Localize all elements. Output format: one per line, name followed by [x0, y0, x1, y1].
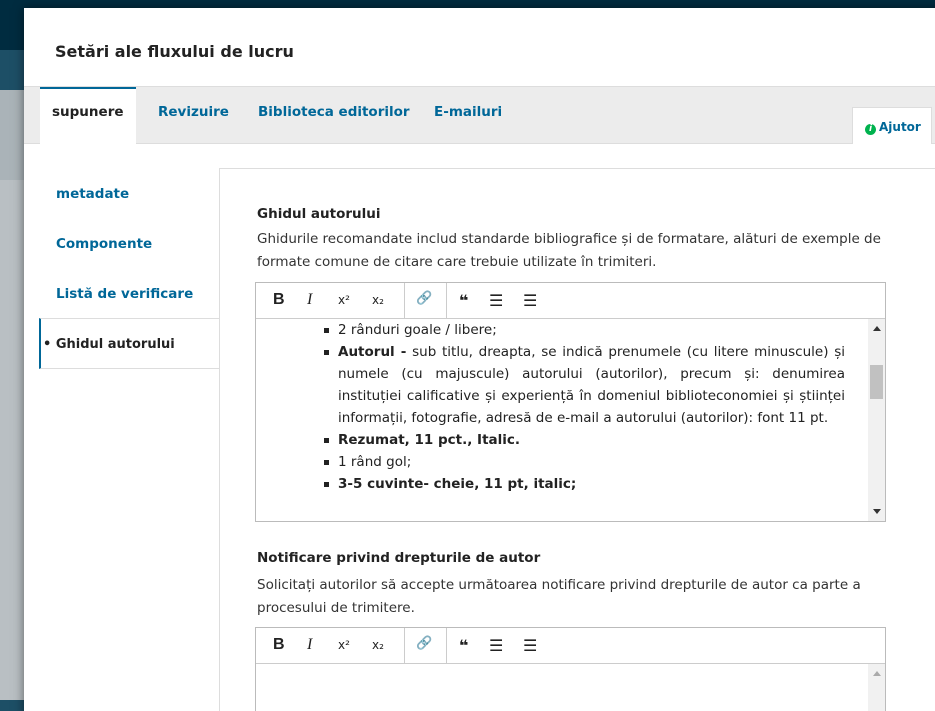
subscript-button[interactable]: x₂ — [372, 638, 384, 658]
help-label: Ajutor — [879, 120, 921, 134]
info-icon: i — [865, 124, 876, 135]
modal-title: Setări ale fluxului de lucru — [55, 42, 294, 61]
copyright-title: Notificare privind drepturile de autor — [257, 550, 541, 566]
bold-button[interactable]: B — [273, 291, 285, 311]
app-content-backdrop-lower — [0, 180, 24, 700]
blockquote-button[interactable]: ❝ — [459, 291, 468, 311]
list-item: 1 rând gol; — [324, 451, 845, 473]
scroll-up-icon[interactable] — [873, 671, 881, 676]
list-item: 3-5 cuvinte- cheie, 11 pt, italic; — [324, 473, 845, 495]
subscript-button[interactable]: x₂ — [372, 293, 384, 313]
blockquote-button[interactable]: ❝ — [459, 636, 468, 656]
bullet-list-button[interactable]: ☰ — [489, 636, 503, 656]
list-item: Autorul - sub titlu, dreapta, se indică … — [324, 341, 845, 429]
side-navigation: metadate Componente Listă de verificare … — [39, 168, 220, 369]
list-item-bold: Autorul - — [338, 344, 407, 360]
toolbar-separator — [446, 283, 447, 319]
bold-button[interactable]: B — [273, 636, 285, 656]
tab-supunere[interactable]: supunere — [40, 87, 136, 145]
guidelines-title: Ghidul autorului — [257, 206, 381, 222]
toolbar-separator — [404, 283, 405, 319]
help-button[interactable]: i Ajutor — [852, 107, 932, 144]
tab-emailuri[interactable]: E-mailuri — [434, 87, 502, 144]
settings-panel: Ghidul autorului Ghidurile recomandate i… — [219, 168, 935, 711]
link-button[interactable]: 🔗 — [416, 291, 432, 311]
italic-button[interactable]: I — [307, 636, 312, 656]
app-sidebar-top-backdrop — [0, 12, 24, 50]
superscript-button[interactable]: x² — [338, 293, 350, 313]
editor-toolbar: B I x² x₂ 🔗 ❝ ☰ ☰ — [256, 283, 885, 319]
tab-revizuire[interactable]: Revizuire — [158, 87, 229, 144]
guidelines-description: Ghidurile recomandate includ standarde b… — [257, 231, 881, 270]
copyright-content[interactable] — [256, 664, 885, 711]
copyright-editor[interactable]: B I x² x₂ 🔗 ❝ ☰ ☰ — [255, 627, 886, 711]
italic-button[interactable]: I — [307, 291, 312, 311]
superscript-button[interactable]: x² — [338, 638, 350, 658]
link-button[interactable]: 🔗 — [416, 636, 432, 656]
guidelines-content[interactable]: 2 rânduri goale / libere; Autorul - sub … — [256, 319, 885, 521]
tab-biblioteca-editorilor[interactable]: Biblioteca editorilor — [258, 87, 410, 144]
sidebar-item-ghidul-autorului[interactable]: • Ghidul autorului — [39, 318, 220, 369]
list-item: Rezumat, 11 pct., Italic. — [324, 429, 845, 451]
bullet-list-button[interactable]: ☰ — [489, 291, 503, 311]
sidebar-item-lista-verificare[interactable]: Listă de verificare — [39, 268, 219, 318]
sidebar-item-metadate[interactable]: metadate — [39, 168, 219, 218]
numbered-list-button[interactable]: ☰ — [523, 636, 537, 656]
vertical-scrollbar[interactable] — [868, 664, 885, 711]
vertical-scrollbar[interactable] — [868, 319, 885, 521]
tabs-bar: supunere Revizuire Biblioteca editorilor… — [24, 87, 935, 145]
sidebar-item-componente[interactable]: Componente — [39, 218, 219, 268]
modal-header: Setări ale fluxului de lucru — [24, 8, 935, 87]
guidelines-editor[interactable]: B I x² x₂ 🔗 ❝ ☰ ☰ 2 rânduri goale / libe… — [255, 282, 886, 522]
copyright-description: Solicitați autorilor să accepte următoar… — [257, 577, 861, 616]
scroll-thumb[interactable] — [870, 365, 883, 399]
toolbar-separator — [446, 628, 447, 664]
toolbar-separator — [404, 628, 405, 664]
list-item: 2 rânduri goale / libere; — [324, 319, 845, 341]
numbered-list-button[interactable]: ☰ — [523, 291, 537, 311]
list-item-text: sub titlu, dreapta, se indică prenumele … — [338, 344, 845, 426]
scroll-down-icon[interactable] — [873, 509, 881, 514]
editor-toolbar: B I x² x₂ 🔗 ❝ ☰ ☰ — [256, 628, 885, 664]
scroll-up-icon[interactable] — [873, 326, 881, 331]
workflow-settings-modal: Setări ale fluxului de lucru supunere Re… — [24, 8, 935, 711]
